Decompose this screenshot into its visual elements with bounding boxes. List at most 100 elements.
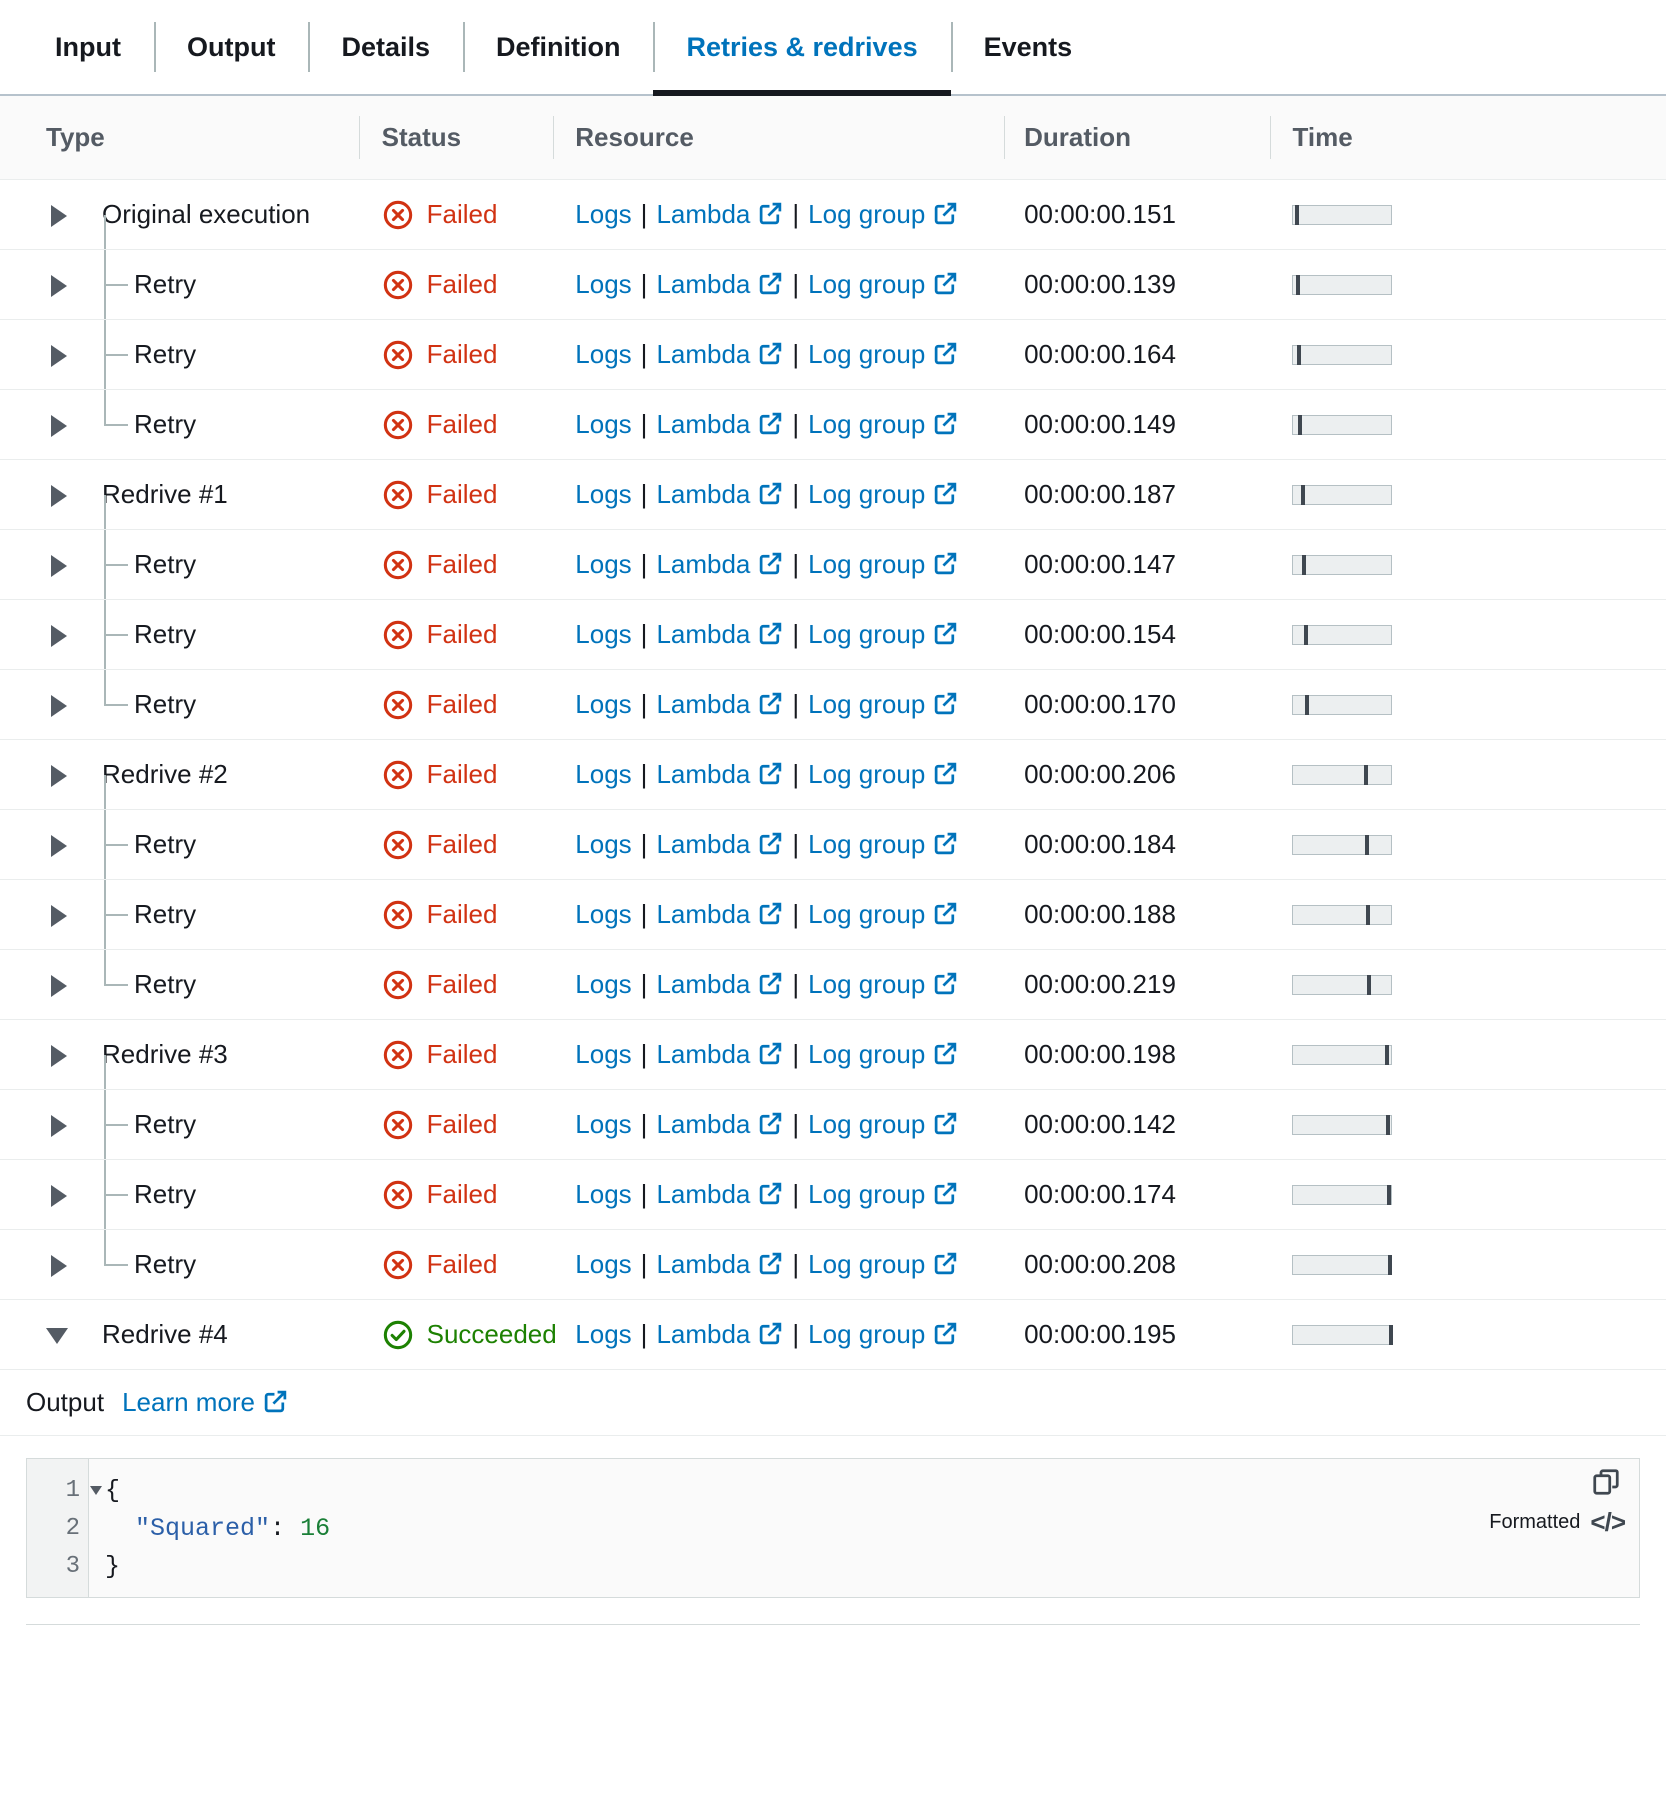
tab-definition[interactable]: Definition bbox=[463, 0, 653, 94]
lambda-link[interactable]: Lambda bbox=[656, 199, 783, 230]
table-row[interactable]: Redrive #2FailedLogs|Lambda|Log group00:… bbox=[0, 740, 1666, 810]
cell-resource: Logs|Lambda|Log group bbox=[553, 1090, 1004, 1160]
tab-events[interactable]: Events bbox=[951, 0, 1106, 94]
row-expand-toggle[interactable] bbox=[46, 202, 72, 228]
lambda-link[interactable]: Lambda bbox=[656, 1039, 783, 1070]
row-expand-toggle[interactable] bbox=[46, 902, 72, 928]
logs-link[interactable]: Logs bbox=[575, 1319, 631, 1350]
status-badge: Failed bbox=[359, 950, 554, 1019]
row-expand-toggle[interactable] bbox=[46, 1252, 72, 1278]
table-row[interactable]: RetryFailedLogs|Lambda|Log group00:00:00… bbox=[0, 390, 1666, 460]
logs-link[interactable]: Logs bbox=[575, 829, 631, 860]
logs-link[interactable]: Logs bbox=[575, 619, 631, 650]
table-row[interactable]: RetryFailedLogs|Lambda|Log group00:00:00… bbox=[0, 250, 1666, 320]
tab-retries-redrives[interactable]: Retries & redrives bbox=[653, 0, 950, 94]
logs-link[interactable]: Logs bbox=[575, 479, 631, 510]
lambda-link[interactable]: Lambda bbox=[656, 1109, 783, 1140]
table-row[interactable]: RetryFailedLogs|Lambda|Log group00:00:00… bbox=[0, 670, 1666, 740]
log-group-link[interactable]: Log group bbox=[808, 1319, 958, 1350]
lambda-link[interactable]: Lambda bbox=[656, 269, 783, 300]
logs-link[interactable]: Logs bbox=[575, 689, 631, 720]
learn-more-link[interactable]: Learn more bbox=[122, 1387, 288, 1418]
lambda-link[interactable]: Lambda bbox=[656, 689, 783, 720]
log-group-link[interactable]: Log group bbox=[808, 689, 958, 720]
log-group-link[interactable]: Log group bbox=[808, 619, 958, 650]
lambda-link[interactable]: Lambda bbox=[656, 409, 783, 440]
lambda-link[interactable]: Lambda bbox=[656, 549, 783, 580]
cell-duration: 00:00:00.187 bbox=[1004, 460, 1270, 530]
logs-link[interactable]: Logs bbox=[575, 1179, 631, 1210]
row-expand-toggle[interactable] bbox=[46, 482, 72, 508]
row-expand-toggle[interactable] bbox=[46, 692, 72, 718]
log-group-link[interactable]: Log group bbox=[808, 829, 958, 860]
lambda-link[interactable]: Lambda bbox=[656, 829, 783, 860]
lambda-link[interactable]: Lambda bbox=[656, 339, 783, 370]
table-row[interactable]: RetryFailedLogs|Lambda|Log group00:00:00… bbox=[0, 530, 1666, 600]
logs-link[interactable]: Logs bbox=[575, 199, 631, 230]
tab-input[interactable]: Input bbox=[22, 0, 154, 94]
table-row[interactable]: RetryFailedLogs|Lambda|Log group00:00:00… bbox=[0, 1160, 1666, 1230]
row-expand-toggle[interactable] bbox=[46, 832, 72, 858]
table-row[interactable]: RetryFailedLogs|Lambda|Log group00:00:00… bbox=[0, 320, 1666, 390]
log-group-link[interactable]: Log group bbox=[808, 269, 958, 300]
row-expand-toggle[interactable] bbox=[46, 1182, 72, 1208]
logs-link[interactable]: Logs bbox=[575, 1039, 631, 1070]
logs-link[interactable]: Logs bbox=[575, 969, 631, 1000]
row-expand-toggle[interactable] bbox=[46, 972, 72, 998]
editor-code-area[interactable]: { "Squared": 16} bbox=[89, 1459, 1639, 1597]
row-expand-toggle[interactable] bbox=[46, 412, 72, 438]
tab-output[interactable]: Output bbox=[154, 0, 308, 94]
lambda-link[interactable]: Lambda bbox=[656, 479, 783, 510]
logs-link[interactable]: Logs bbox=[575, 409, 631, 440]
row-expand-toggle[interactable] bbox=[46, 552, 72, 578]
output-json-editor[interactable]: 123 { "Squared": 16} Formatted </> bbox=[26, 1458, 1640, 1598]
row-expand-toggle[interactable] bbox=[46, 272, 72, 298]
logs-link[interactable]: Logs bbox=[575, 1249, 631, 1280]
copy-icon[interactable] bbox=[1591, 1467, 1621, 1497]
lambda-link[interactable]: Lambda bbox=[656, 1179, 783, 1210]
row-expand-toggle[interactable] bbox=[46, 622, 72, 648]
table-row[interactable]: Original executionFailedLogs|Lambda|Log … bbox=[0, 180, 1666, 250]
table-row[interactable]: RetryFailedLogs|Lambda|Log group00:00:00… bbox=[0, 600, 1666, 670]
table-row[interactable]: RetryFailedLogs|Lambda|Log group00:00:00… bbox=[0, 1230, 1666, 1300]
lambda-link[interactable]: Lambda bbox=[656, 969, 783, 1000]
row-expand-toggle[interactable] bbox=[46, 1042, 72, 1068]
log-group-link[interactable]: Log group bbox=[808, 479, 958, 510]
log-group-link[interactable]: Log group bbox=[808, 899, 958, 930]
table-row[interactable]: Redrive #4SucceededLogs|Lambda|Log group… bbox=[0, 1300, 1666, 1370]
log-group-link[interactable]: Log group bbox=[808, 1179, 958, 1210]
lambda-link[interactable]: Lambda bbox=[656, 1249, 783, 1280]
log-group-link[interactable]: Log group bbox=[808, 759, 958, 790]
link-separator: | bbox=[641, 1109, 648, 1140]
row-expand-toggle[interactable] bbox=[46, 342, 72, 368]
table-row[interactable]: RetryFailedLogs|Lambda|Log group00:00:00… bbox=[0, 810, 1666, 880]
formatted-toggle[interactable]: Formatted </> bbox=[1489, 1507, 1625, 1538]
lambda-link[interactable]: Lambda bbox=[656, 759, 783, 790]
lambda-link[interactable]: Lambda bbox=[656, 619, 783, 650]
tab-details[interactable]: Details bbox=[308, 0, 463, 94]
logs-link[interactable]: Logs bbox=[575, 759, 631, 790]
log-group-link[interactable]: Log group bbox=[808, 409, 958, 440]
log-group-link[interactable]: Log group bbox=[808, 549, 958, 580]
lambda-link[interactable]: Lambda bbox=[656, 1319, 783, 1350]
log-group-link[interactable]: Log group bbox=[808, 1249, 958, 1280]
log-group-link[interactable]: Log group bbox=[808, 969, 958, 1000]
logs-link[interactable]: Logs bbox=[575, 339, 631, 370]
table-row[interactable]: RetryFailedLogs|Lambda|Log group00:00:00… bbox=[0, 880, 1666, 950]
table-row[interactable]: RetryFailedLogs|Lambda|Log group00:00:00… bbox=[0, 1090, 1666, 1160]
logs-link[interactable]: Logs bbox=[575, 269, 631, 300]
lambda-link[interactable]: Lambda bbox=[656, 899, 783, 930]
table-row[interactable]: Redrive #1FailedLogs|Lambda|Log group00:… bbox=[0, 460, 1666, 530]
log-group-link[interactable]: Log group bbox=[808, 1039, 958, 1070]
logs-link[interactable]: Logs bbox=[575, 549, 631, 580]
logs-link[interactable]: Logs bbox=[575, 899, 631, 930]
log-group-link[interactable]: Log group bbox=[808, 1109, 958, 1140]
table-row[interactable]: RetryFailedLogs|Lambda|Log group00:00:00… bbox=[0, 950, 1666, 1020]
table-row[interactable]: Redrive #3FailedLogs|Lambda|Log group00:… bbox=[0, 1020, 1666, 1090]
log-group-link[interactable]: Log group bbox=[808, 339, 958, 370]
row-collapse-toggle[interactable] bbox=[46, 1322, 72, 1348]
logs-link[interactable]: Logs bbox=[575, 1109, 631, 1140]
row-expand-toggle[interactable] bbox=[46, 762, 72, 788]
log-group-link[interactable]: Log group bbox=[808, 199, 958, 230]
row-expand-toggle[interactable] bbox=[46, 1112, 72, 1138]
